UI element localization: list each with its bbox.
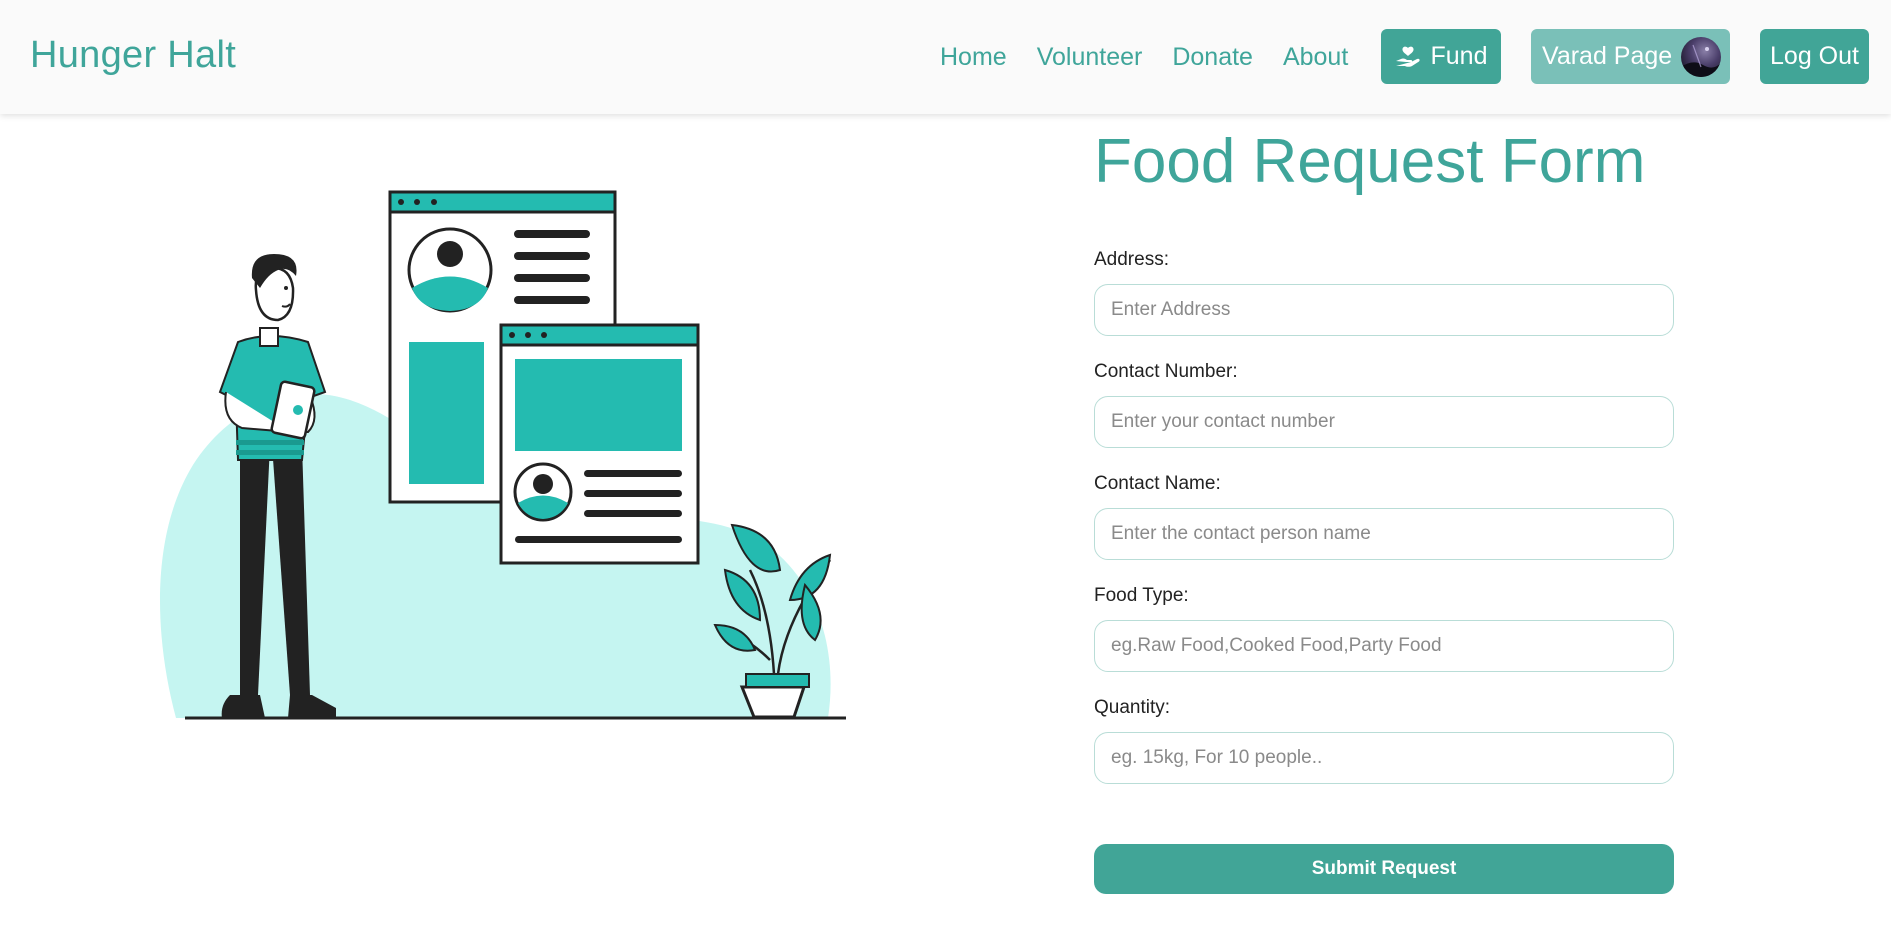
navbar: Hunger Halt Home Volunteer Donate About … bbox=[0, 0, 1891, 114]
contact-number-input[interactable] bbox=[1094, 396, 1674, 448]
contact-number-label: Contact Number: bbox=[1094, 361, 1238, 382]
address-input[interactable] bbox=[1094, 284, 1674, 336]
logout-button[interactable]: Log Out bbox=[1760, 29, 1869, 84]
profile-button[interactable]: Varad Page bbox=[1531, 29, 1730, 84]
avatar bbox=[1681, 37, 1721, 77]
contact-name-label: Contact Name: bbox=[1094, 473, 1221, 494]
contact-name-input[interactable] bbox=[1094, 508, 1674, 560]
hand-heart-icon bbox=[1395, 45, 1421, 69]
quantity-label: Quantity: bbox=[1094, 697, 1171, 718]
profile-label: Varad Page bbox=[1542, 42, 1673, 70]
quantity-input[interactable] bbox=[1094, 732, 1674, 784]
nav-donate[interactable]: Donate bbox=[1172, 43, 1253, 72]
nav-about[interactable]: About bbox=[1283, 43, 1348, 72]
nav-links: Home Volunteer Donate About bbox=[940, 30, 1378, 84]
fund-button[interactable]: Fund bbox=[1381, 29, 1501, 84]
page-title: Food Request Form bbox=[1094, 127, 1646, 196]
brand-logo[interactable]: Hunger Halt bbox=[30, 34, 236, 77]
nav-volunteer[interactable]: Volunteer bbox=[1037, 43, 1143, 72]
hero-illustration bbox=[150, 170, 870, 750]
address-label: Address: bbox=[1094, 249, 1169, 270]
fund-label: Fund bbox=[1430, 42, 1488, 70]
nav-home[interactable]: Home bbox=[940, 43, 1007, 72]
food-type-input[interactable] bbox=[1094, 620, 1674, 672]
submit-request-button[interactable]: Submit Request bbox=[1094, 844, 1674, 894]
food-type-label: Food Type: bbox=[1094, 585, 1189, 606]
